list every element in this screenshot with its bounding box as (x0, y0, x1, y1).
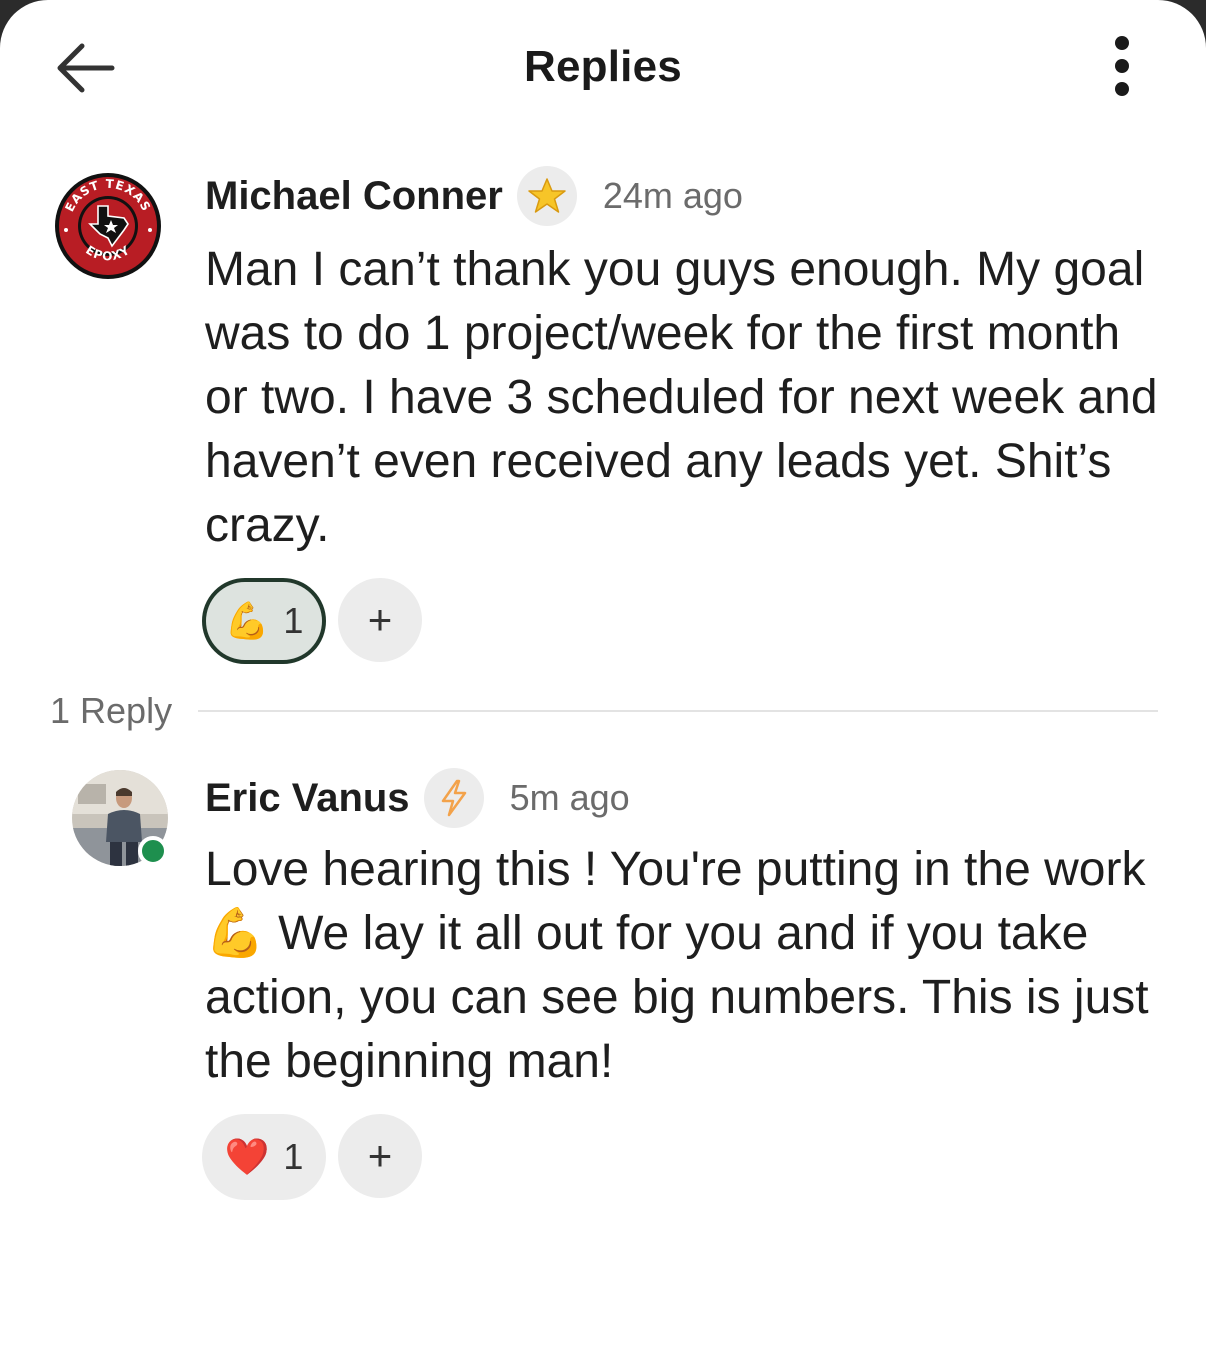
member-badge[interactable] (516, 166, 577, 226)
online-status-indicator (138, 836, 168, 866)
comment-meta: Michael Conner 24m ago (205, 166, 743, 226)
heart-emoji-icon: ❤️ (224, 1136, 270, 1177)
east-texas-epoxy-logo: EAST TEXAS EPOXY (55, 173, 161, 279)
page-title: Replies (524, 42, 682, 91)
comment-body: Man I can’t thank you guys enough. My go… (205, 243, 1158, 552)
timestamp: 24m ago (602, 175, 743, 216)
replies-screen: Replies EAST TEXAS EPOXY Michael Conner … (0, 0, 1206, 1350)
header: Replies (0, 0, 1206, 140)
reaction-row: 💪 1 + (202, 578, 422, 664)
more-options-button[interactable] (1094, 30, 1150, 102)
timestamp: 5m ago (509, 777, 630, 818)
member-badge[interactable] (423, 768, 484, 828)
reply-count-label[interactable]: 1 Reply (50, 690, 172, 732)
inline-muscle-emoji-icon: 💪 (205, 907, 265, 960)
reaction-count: 1 (283, 600, 304, 641)
star-icon (528, 178, 566, 213)
reply-body: Love hearing this ! You're putting in th… (205, 838, 1165, 1094)
avatar[interactable]: EAST TEXAS EPOXY (54, 172, 162, 280)
reaction-chip-heart[interactable]: ❤️ 1 (202, 1114, 326, 1200)
add-reaction-button[interactable]: + (338, 1114, 422, 1198)
reaction-row: ❤️ 1 + (202, 1114, 422, 1200)
more-vertical-icon-dot (1115, 59, 1129, 73)
lightning-icon (441, 779, 466, 817)
reaction-chip-muscle[interactable]: 💪 1 (202, 578, 326, 664)
add-reaction-button[interactable]: + (338, 578, 422, 662)
reaction-count: 1 (283, 1136, 304, 1177)
reply-body-part: Love hearing this ! You're putting in th… (205, 843, 1146, 896)
author-name[interactable]: Eric Vanus (205, 776, 410, 821)
reply-body-part: We lay it all out for you and if you tak… (205, 907, 1149, 1088)
divider-line (198, 710, 1158, 712)
reply-meta: Eric Vanus 5m ago (205, 768, 630, 828)
muscle-emoji-icon: 💪 (224, 600, 270, 641)
more-vertical-icon-dot (1115, 36, 1129, 50)
replies-divider: 1 Reply (50, 688, 1158, 734)
more-vertical-icon-dot (1115, 82, 1129, 96)
author-name[interactable]: Michael Conner (205, 174, 503, 219)
